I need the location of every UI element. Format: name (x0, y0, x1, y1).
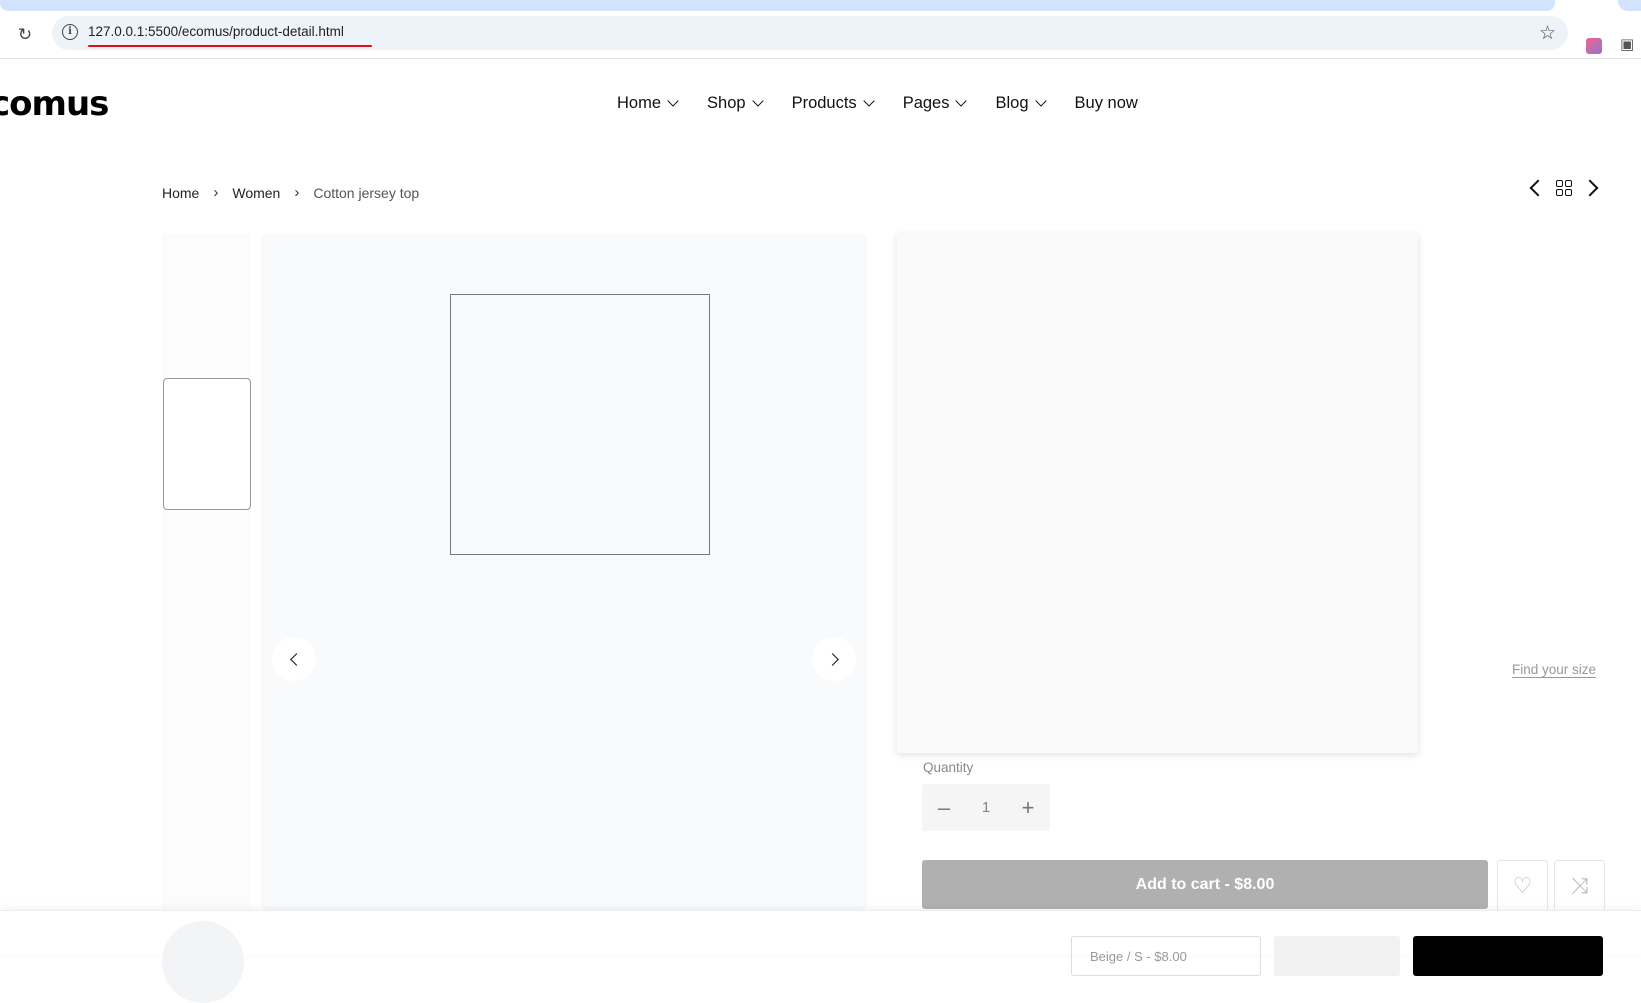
chevron-down-icon (955, 95, 968, 107)
reload-icon[interactable]: ↻ (14, 24, 36, 46)
nav-item-blog[interactable]: Blog (995, 94, 1047, 113)
image-loading-placeholder (450, 294, 710, 555)
plus-icon[interactable]: + (1016, 795, 1040, 821)
add-to-cart-button[interactable]: Add to cart - $8.00 (922, 860, 1488, 909)
compare-button[interactable]: ⤨ (1554, 860, 1605, 911)
chevron-down-icon (667, 95, 679, 107)
breadcrumb-separator: › (213, 184, 219, 201)
sticky-quantity-stepper[interactable] (1274, 936, 1400, 976)
chevron-right-icon[interactable] (1581, 179, 1599, 197)
url-text[interactable]: 127.0.0.1:5500/ecomus/product-detail.htm… (88, 24, 344, 39)
nav-label: Blog (995, 94, 1029, 112)
loading-overlay-panel (897, 233, 1418, 753)
nav-label: Products (791, 94, 857, 112)
chevron-down-icon (751, 95, 764, 107)
chevron-right-icon (825, 652, 839, 666)
nav-label: Buy now (1074, 94, 1138, 112)
variant-select[interactable]: Beige / S - $8.00 (1071, 936, 1261, 976)
chevron-down-icon (1034, 95, 1047, 107)
breadcrumb-home[interactable]: Home (162, 185, 199, 201)
nav-label: Pages (902, 94, 950, 112)
tab-strip-edge (1618, 0, 1641, 11)
gallery-prev-button[interactable] (272, 637, 316, 681)
nav-label: Home (617, 94, 662, 112)
sticky-add-to-cart-button[interactable] (1413, 936, 1603, 976)
breadcrumb: Home › Women › Cotton jersey top (162, 184, 419, 201)
main-nav: Home Shop Products Pages Blog Buy now (617, 94, 1168, 113)
thumbnail-column (162, 234, 250, 910)
active-tab[interactable] (0, 0, 1555, 11)
nav-item-products[interactable]: Products (791, 94, 875, 113)
nav-item-buy-now[interactable]: Buy now (1075, 94, 1138, 113)
gallery-next-button[interactable] (812, 637, 856, 681)
site-logo[interactable]: comus (0, 84, 109, 124)
wishlist-button[interactable]: ♡ (1497, 860, 1548, 911)
quantity-label: Quantity (923, 760, 974, 775)
product-pager (1529, 179, 1599, 197)
camera-icon[interactable]: ▣ (1620, 35, 1634, 53)
thumbnail-active[interactable] (163, 378, 251, 510)
chevron-left-icon (289, 652, 303, 666)
nav-item-shop[interactable]: Shop (707, 94, 764, 113)
sticky-add-to-cart-bar: Beige / S - $8.00 (0, 910, 1641, 1003)
browser-toolbar: ↻ i 127.0.0.1:5500/ecomus/product-detail… (0, 12, 1641, 59)
nav-item-pages[interactable]: Pages (902, 94, 968, 113)
address-bar[interactable]: i 127.0.0.1:5500/ecomus/product-detail.h… (52, 16, 1568, 50)
breadcrumb-current: Cotton jersey top (313, 184, 420, 201)
star-icon[interactable]: ☆ (1539, 22, 1556, 45)
minus-icon[interactable]: – (932, 795, 956, 821)
quantity-value[interactable]: 1 (982, 799, 990, 816)
url-annotation-underline (88, 45, 372, 47)
grid-icon[interactable] (1556, 180, 1572, 196)
breadcrumb-women[interactable]: Women (232, 185, 280, 201)
info-icon[interactable]: i (62, 24, 78, 40)
shuffle-icon: ⤨ (1570, 872, 1589, 898)
breadcrumb-separator: › (294, 184, 300, 201)
heart-icon: ♡ (1512, 872, 1533, 898)
chevron-left-icon[interactable] (1529, 179, 1547, 197)
chevron-down-icon (863, 95, 875, 107)
browser-tab-strip (0, 0, 1641, 12)
find-size-link[interactable]: Find your size (1512, 662, 1596, 677)
extension-icon[interactable] (1586, 38, 1602, 54)
nav-label: Shop (707, 94, 746, 112)
sticky-product-thumbnail (162, 921, 244, 1003)
quantity-stepper: – 1 + (922, 784, 1050, 831)
nav-item-home[interactable]: Home (617, 94, 679, 113)
